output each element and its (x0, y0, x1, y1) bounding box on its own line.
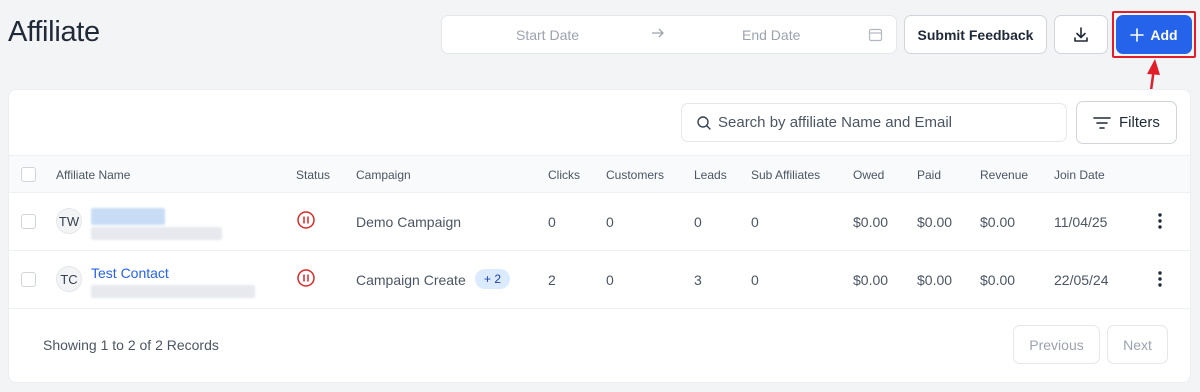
start-date-input[interactable]: Start Date (516, 27, 579, 43)
affiliate-name-link[interactable]: Test Contact (91, 265, 169, 281)
redacted-email (91, 227, 222, 240)
select-all-checkbox[interactable] (21, 167, 36, 182)
search-icon (697, 115, 711, 130)
campaign-cell: Campaign Create (356, 272, 466, 288)
customers-cell: 0 (606, 272, 614, 288)
calendar-icon[interactable] (868, 27, 883, 42)
table-row[interactable]: TC Test Contact Campaign Create + 2 2 0 … (9, 251, 1190, 309)
avatar: TC (56, 266, 82, 292)
column-header[interactable]: Campaign (356, 168, 411, 182)
leads-cell: 3 (694, 272, 702, 288)
customers-cell: 0 (606, 214, 614, 230)
revenue-cell: $0.00 (980, 272, 1016, 288)
more-options-icon[interactable] (1157, 270, 1163, 288)
column-header[interactable]: Revenue (980, 168, 1028, 182)
plus-icon (1130, 27, 1145, 42)
end-date-input[interactable]: End Date (742, 27, 800, 43)
arrow-right-icon (652, 28, 664, 38)
add-button-label: Add (1150, 26, 1178, 43)
table-header: Affiliate Name Status Campaign Clicks Cu… (9, 155, 1190, 193)
affiliate-table-card: Filters Affiliate Name Status Campaign C… (8, 89, 1191, 383)
download-icon (1074, 26, 1088, 42)
page-title: Affiliate (8, 16, 100, 48)
column-header[interactable]: Owed (853, 168, 884, 182)
add-affiliate-button[interactable]: Add (1116, 15, 1192, 54)
paid-cell: $0.00 (917, 214, 953, 230)
column-header[interactable]: Join Date (1054, 168, 1105, 182)
download-button[interactable] (1054, 15, 1108, 54)
sub-affiliates-cell: 0 (751, 272, 759, 288)
pause-circle-icon (297, 269, 315, 287)
owed-cell: $0.00 (853, 272, 889, 288)
redacted-email (91, 285, 255, 298)
join-date-cell: 22/05/24 (1054, 272, 1109, 288)
search-input[interactable] (718, 114, 1048, 131)
column-header[interactable]: Paid (917, 168, 941, 182)
pause-circle-icon (297, 211, 315, 229)
redacted-name (91, 208, 165, 225)
column-header[interactable]: Customers (606, 168, 664, 182)
table-row[interactable]: TW Demo Campaign 0 0 0 0 $0.00 $0.00 $0.… (9, 193, 1190, 251)
submit-feedback-button[interactable]: Submit Feedback (904, 15, 1047, 54)
revenue-cell: $0.00 (980, 214, 1016, 230)
campaign-count-badge[interactable]: + 2 (475, 269, 511, 289)
leads-cell: 0 (694, 214, 702, 230)
next-page-button[interactable]: Next (1107, 325, 1168, 364)
clicks-cell: 2 (548, 272, 556, 288)
filter-icon (1093, 116, 1111, 129)
previous-page-button[interactable]: Previous (1013, 325, 1100, 364)
avatar: TW (56, 208, 82, 234)
column-header[interactable]: Clicks (548, 168, 580, 182)
column-header[interactable]: Affiliate Name (56, 168, 130, 182)
column-header[interactable]: Status (296, 168, 330, 182)
filters-label: Filters (1119, 114, 1160, 131)
sub-affiliates-cell: 0 (751, 214, 759, 230)
search-box[interactable] (681, 103, 1067, 142)
more-options-icon[interactable] (1157, 212, 1163, 230)
filters-button[interactable]: Filters (1076, 101, 1177, 144)
owed-cell: $0.00 (853, 214, 889, 230)
column-header[interactable]: Sub Affiliates (751, 168, 820, 182)
row-checkbox[interactable] (21, 214, 36, 229)
campaign-cell: Demo Campaign (356, 214, 462, 230)
row-checkbox[interactable] (21, 272, 36, 287)
join-date-cell: 11/04/25 (1054, 214, 1108, 230)
paid-cell: $0.00 (917, 272, 953, 288)
column-header[interactable]: Leads (694, 168, 727, 182)
date-range-picker[interactable]: Start Date End Date (441, 15, 897, 54)
records-summary: Showing 1 to 2 of 2 Records (43, 337, 219, 353)
clicks-cell: 0 (548, 214, 556, 230)
